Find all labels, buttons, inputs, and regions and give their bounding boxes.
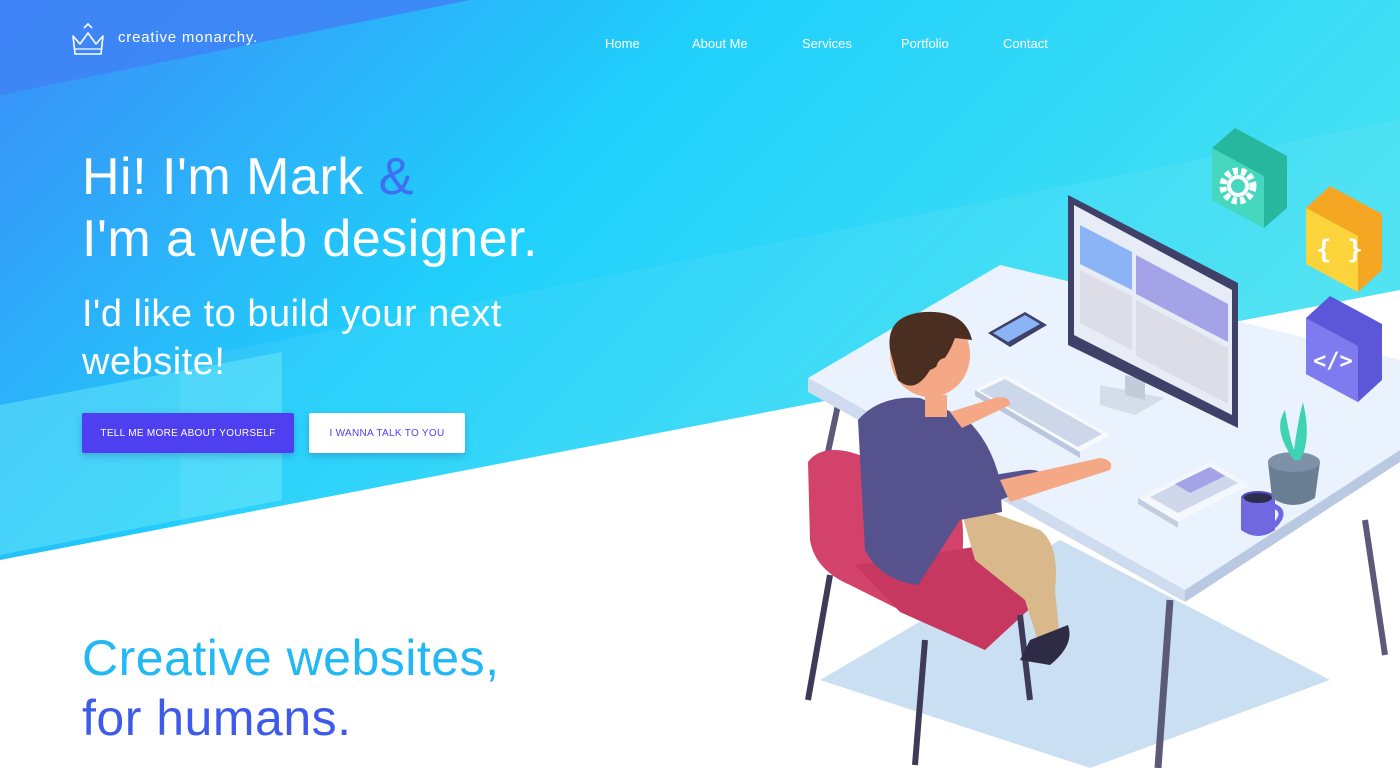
designer-illustration: { } </> [805,128,1400,768]
hero-subtitle: I'd like to build your next website! [82,290,602,386]
hero-line1: Hi! I'm Mark & [82,148,414,206]
nav-about[interactable]: About Me [692,36,748,51]
tagline: Creative websites, for humans. [82,628,500,748]
hero-ampersand: & [378,148,414,206]
braces-icon: { } [1316,235,1363,265]
talk-to-you-button[interactable]: I WANNA TALK TO YOU [309,413,465,453]
code-icon: </> [1313,349,1353,374]
brand-name: creative monarchy. [118,28,259,46]
tagline-line2: for humans. [82,690,352,746]
brand-logo[interactable]: creative monarchy. [70,22,258,58]
hero-line2: I'm a web designer. [82,210,538,268]
hero-heading: Hi! I'm Mark & I'm a web designer. [82,146,538,270]
nav-portfolio[interactable]: Portfolio [901,36,949,51]
crown-icon [72,22,104,55]
hero-subtitle-line2: website! [82,341,226,383]
hero-greeting: Hi! I'm Mark [82,148,379,206]
nav-services[interactable]: Services [802,36,852,51]
hero-subtitle-line1: I'd like to build your next [82,293,502,335]
nav-contact[interactable]: Contact [1003,36,1048,51]
tagline-line1: Creative websites, [82,630,500,686]
nav-home[interactable]: Home [605,36,640,51]
tell-me-more-button[interactable]: TELL ME MORE ABOUT YOURSELF [82,413,294,453]
